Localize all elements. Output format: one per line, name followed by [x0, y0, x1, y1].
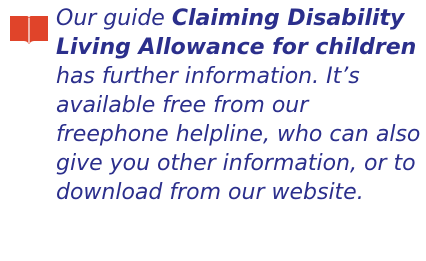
note-text: Our guide Claiming Disability Living All…: [56, 4, 424, 207]
note-lead: Our guide: [56, 6, 172, 31]
info-note: Our guide Claiming Disability Living All…: [0, 0, 426, 261]
note-body: has further information. It’s available …: [56, 64, 421, 205]
book-icon: [10, 16, 48, 44]
